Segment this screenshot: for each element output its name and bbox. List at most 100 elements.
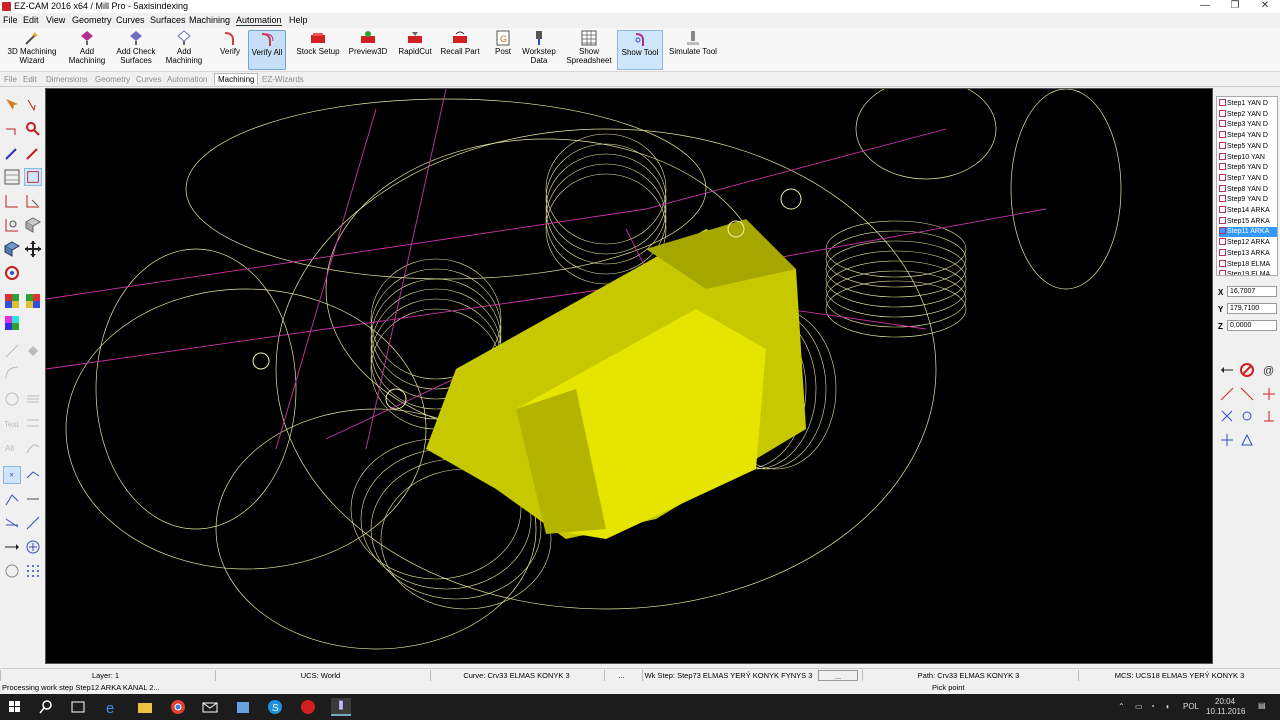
line-tool-icon[interactable] — [3, 342, 21, 360]
workstep-item[interactable]: Step1 YAN D — [1219, 99, 1277, 109]
file-explorer-icon[interactable] — [135, 698, 155, 716]
snap-intersect-icon[interactable] — [1219, 408, 1235, 424]
simulate-tool-button[interactable]: Simulate Tool — [668, 30, 718, 70]
notifications-icon[interactable]: ▤ — [1258, 701, 1266, 710]
menu-geometry[interactable]: Geometry — [72, 15, 112, 25]
edge-icon[interactable]: e — [102, 698, 122, 716]
ezcam-taskbar-icon[interactable] — [331, 698, 351, 716]
menu-curves[interactable]: Curves — [116, 15, 145, 25]
rapidcut-button[interactable]: RapidCut — [394, 30, 436, 70]
slant-icon[interactable] — [24, 514, 42, 532]
tab-file[interactable]: File — [1, 74, 20, 85]
tab-edit[interactable]: Edit — [20, 74, 40, 85]
text-tool-icon[interactable]: Text — [3, 414, 21, 432]
center-point-icon[interactable] — [24, 538, 42, 556]
add-check-surfaces-button[interactable]: Add Check Surfaces — [114, 30, 158, 70]
status-workstep[interactable]: Wk Step: Step73 ELMAS YERÝ KONYK FYNYS 3 — [642, 670, 814, 681]
diamond-icon[interactable] — [24, 342, 42, 360]
network-icon[interactable]: ▭ — [1135, 702, 1143, 711]
dot-grid-icon[interactable] — [24, 562, 42, 580]
workstep-item[interactable]: Step5 YAN D — [1219, 141, 1277, 152]
pen-icon[interactable] — [3, 144, 21, 162]
workstep-item[interactable]: Step12 ARKA — [1219, 238, 1277, 248]
menu-file[interactable]: File — [3, 15, 18, 25]
menu-view[interactable]: View — [46, 15, 65, 25]
menu-surfaces[interactable]: Surfaces — [150, 15, 186, 25]
arrow-left-icon[interactable] — [1219, 362, 1235, 378]
arc-tool-icon[interactable] — [3, 364, 21, 382]
snap-near-icon[interactable] — [1219, 432, 1235, 448]
workstep-item[interactable]: Step19 ELMA — [1219, 270, 1277, 275]
snap-icon[interactable] — [24, 466, 42, 484]
palette-icon[interactable] — [3, 314, 21, 332]
color-icon[interactable] — [3, 292, 21, 310]
graphics-viewport[interactable] — [45, 88, 1213, 664]
volume-icon[interactable]: ◖ — [1165, 702, 1170, 711]
all-tool-icon[interactable]: All — [3, 438, 21, 456]
layer-color-icon[interactable] — [24, 292, 42, 310]
workstep-item[interactable]: Step18 ELMA — [1219, 259, 1277, 270]
offset-icon[interactable] — [3, 514, 21, 532]
hatch-icon[interactable] — [24, 390, 42, 408]
post-button[interactable]: G Post — [490, 30, 516, 70]
workstep-item[interactable]: Step2 YAN D — [1219, 109, 1277, 120]
status-ucs[interactable]: UCS: World — [215, 670, 425, 681]
store-icon[interactable] — [233, 698, 253, 716]
tab-geometry[interactable]: Geometry — [92, 74, 133, 85]
chrome-icon[interactable] — [168, 698, 188, 716]
draw-icon[interactable] — [24, 144, 42, 162]
task-view-icon[interactable] — [68, 698, 88, 716]
tab-automation[interactable]: Automation — [164, 74, 210, 85]
show-spreadsheet-button[interactable]: Show Spreadsheet — [566, 30, 612, 70]
restore-button[interactable]: ❐ — [1220, 0, 1250, 13]
ring-icon[interactable] — [3, 562, 21, 580]
verify-all-button[interactable]: Verify All — [248, 30, 286, 70]
add-machining-button[interactable]: Add Machining — [64, 30, 110, 70]
menu-automation[interactable]: Automation — [236, 15, 282, 26]
tray-arrow-icon[interactable]: ⌃ — [1118, 702, 1125, 711]
verify-button[interactable]: Verify — [214, 30, 246, 70]
pan-icon[interactable] — [24, 240, 42, 258]
status-path[interactable]: Path: Crv33 ELMAS KONYK 3 — [862, 670, 1074, 681]
workstep-item[interactable]: Step15 ARKA — [1219, 216, 1277, 227]
workstep-item[interactable]: Step10 YAN — [1219, 152, 1277, 163]
shade-icon[interactable] — [3, 240, 21, 258]
tab-dimensions[interactable]: Dimensions — [43, 74, 91, 85]
grid-select-icon[interactable] — [3, 168, 21, 186]
workstep-item[interactable]: Step4 YAN D — [1219, 131, 1277, 141]
tab-curves[interactable]: Curves — [133, 74, 164, 85]
at-icon[interactable]: @ — [1261, 362, 1277, 378]
wizard-button[interactable]: 3D Machining Wizard — [6, 30, 58, 70]
rotate-view-icon[interactable] — [3, 264, 21, 282]
menu-machining[interactable]: Machining — [189, 15, 230, 25]
window-select-icon[interactable] — [24, 168, 42, 186]
opera-icon[interactable] — [298, 698, 318, 716]
workstep-item[interactable]: Step6 YAN D — [1219, 163, 1277, 173]
workstep-list[interactable]: Step1 YAN D Step2 YAN D Step3 YAN D Step4 Y… — [1216, 96, 1278, 276]
preview3d-button[interactable]: Preview3D — [346, 30, 390, 70]
status-curve-more[interactable]: ... — [604, 670, 638, 681]
select-chain-icon[interactable] — [24, 96, 42, 114]
minimize-button[interactable]: — — [1190, 0, 1220, 13]
trim-icon[interactable] — [3, 192, 21, 210]
tab-ez-wizards[interactable]: EZ-Wizards — [259, 74, 307, 85]
extend-icon[interactable] — [24, 192, 42, 210]
recall-part-button[interactable]: Recall Part — [438, 30, 482, 70]
snap-mid-icon[interactable] — [1239, 386, 1255, 402]
zoom-icon[interactable] — [24, 120, 42, 138]
status-mcs[interactable]: MCS: UCS18 ELMAS YERÝ KONYK 3 — [1078, 670, 1280, 681]
workstep-item[interactable]: Step7 YAN D — [1219, 173, 1277, 184]
status-layer[interactable]: Layer: 1 — [0, 670, 210, 681]
break-icon[interactable] — [3, 120, 21, 138]
workstep-item[interactable]: Step11 ARKA — [1219, 227, 1277, 238]
x-coord-field[interactable]: 16,7007 — [1227, 286, 1277, 297]
snap-center-icon[interactable] — [1261, 386, 1277, 402]
stock-setup-button[interactable]: Stock Setup — [294, 30, 342, 70]
z-coord-field[interactable]: 0,0000 — [1227, 320, 1277, 331]
dimension-icon[interactable] — [24, 414, 42, 432]
status-curve[interactable]: Curve: Crv33 ELMAS KONYK 3 — [430, 670, 602, 681]
curve-tool-icon[interactable] — [24, 438, 42, 456]
clock-time[interactable]: 20:04 — [1215, 697, 1235, 706]
polyline-icon[interactable] — [3, 490, 21, 508]
workstep-item[interactable]: Step9 YAN D — [1219, 195, 1277, 205]
